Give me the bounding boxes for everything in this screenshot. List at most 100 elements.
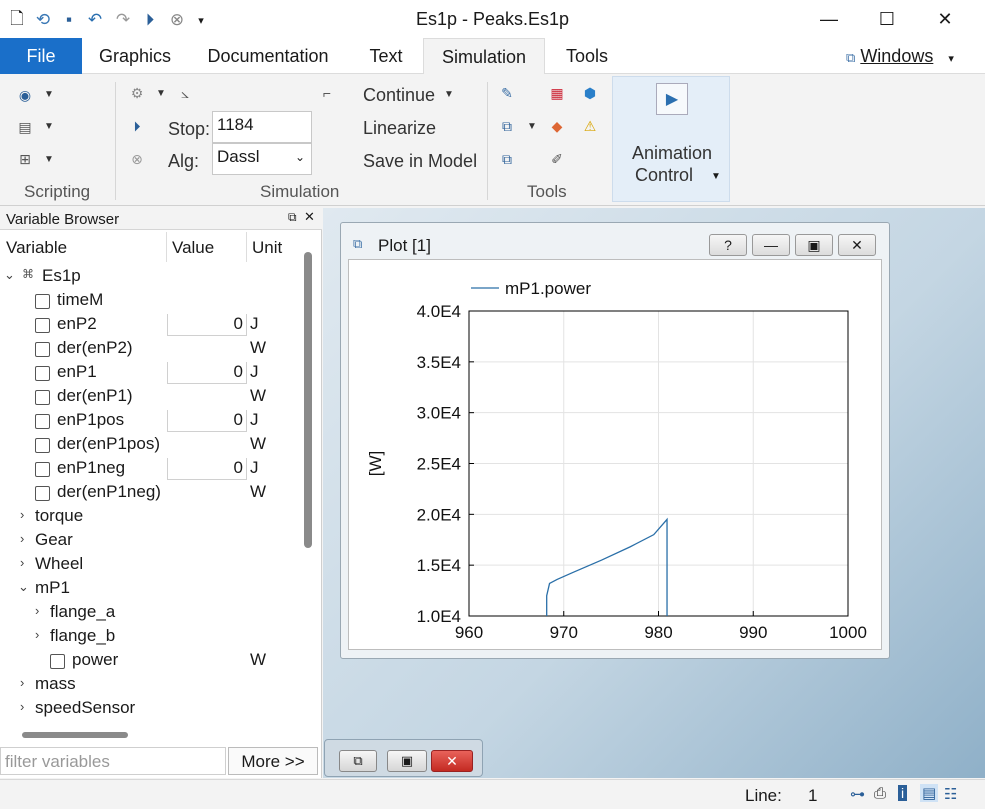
simulate-icon[interactable]: ⏵ (128, 117, 146, 135)
value-field[interactable]: 0 (167, 314, 247, 336)
maximize-button[interactable]: ▣ (387, 750, 427, 772)
tree-group-torque[interactable]: › torque (0, 506, 300, 530)
chevron-down-icon[interactable]: ▼ (44, 121, 54, 132)
column-variable[interactable]: Variable (6, 238, 67, 258)
more-button[interactable]: More >> (228, 747, 318, 775)
restore-button[interactable]: ⧉ (339, 750, 377, 772)
close-button[interactable]: ✕ (838, 234, 876, 256)
list-item[interactable]: enP1neg 0 J (0, 458, 300, 482)
tree-group-mp1[interactable]: ⌄ mP1 (0, 578, 300, 602)
vertical-scrollbar[interactable] (304, 252, 312, 548)
close-button[interactable]: ✕ (916, 0, 974, 38)
print-icon[interactable]: ⎙ (874, 785, 886, 802)
chevron-right-icon[interactable]: › (20, 699, 24, 714)
chevron-right-icon[interactable]: › (35, 627, 39, 642)
setup-icon[interactable]: ⚙ (128, 84, 146, 102)
checkbox[interactable] (35, 438, 50, 453)
checkbox[interactable] (35, 414, 50, 429)
horizontal-scrollbar[interactable] (22, 732, 128, 738)
tab-tools[interactable]: Tools (552, 38, 622, 74)
tree-group-gear[interactable]: › Gear (0, 530, 300, 554)
checkbox[interactable] (35, 366, 50, 381)
checkbox[interactable] (35, 318, 50, 333)
chevron-down-icon[interactable]: ▼ (156, 88, 166, 99)
undock-icon[interactable]: ⧉ (288, 210, 297, 225)
list-item[interactable]: enP1pos 0 J (0, 410, 300, 434)
value-field[interactable]: 0 (167, 362, 247, 384)
list-item[interactable]: der(enP2) W (0, 338, 300, 362)
tree-group-flange-a[interactable]: › flange_a (0, 602, 300, 626)
plot-area[interactable]: 960 970 980 990 1000 1.0E4 1.5E4 2.0E4 2.5E4 3.0E… (348, 259, 882, 650)
color-model-icon[interactable]: ◆ (548, 117, 566, 135)
corner-icon[interactable]: ⌐ (318, 84, 336, 102)
minimized-window[interactable]: ⧉ ▣ ✕ (324, 739, 483, 777)
checkbox[interactable] (35, 462, 50, 477)
column-value[interactable]: Value (172, 238, 214, 258)
chevron-right-icon[interactable]: › (20, 531, 24, 546)
stop-simulation-icon[interactable]: ⊗ (128, 150, 146, 168)
list-item[interactable]: timeM (0, 290, 300, 314)
tree-group-speedsensor[interactable]: › speedSensor (0, 698, 300, 722)
tab-documentation[interactable]: Documentation (198, 38, 338, 74)
tab-graphics[interactable]: Graphics (90, 38, 180, 74)
text-layer-icon[interactable]: ▤ (920, 784, 939, 802)
maximize-button[interactable]: ▣ (795, 234, 833, 256)
chevron-down-icon[interactable]: ▼ (44, 89, 54, 100)
chevron-down-icon[interactable]: ▼ (44, 154, 54, 165)
tab-simulation[interactable]: Simulation (423, 38, 545, 74)
list-item[interactable]: enP2 0 J (0, 314, 300, 338)
checkbox[interactable] (35, 294, 50, 309)
tab-file[interactable]: File (0, 38, 82, 74)
chevron-down-icon[interactable]: ⌄ (4, 267, 15, 283)
windows-menu[interactable]: ⧉ Windows ▾ (846, 46, 954, 67)
script-file-icon[interactable]: ▤ (16, 118, 34, 136)
warning-icon[interactable]: ⚠ (581, 117, 599, 135)
linearize-button[interactable]: Linearize (363, 118, 436, 139)
run-script-icon[interactable]: ◉ (16, 86, 34, 104)
diagram-layer-icon[interactable]: ⊶ (850, 785, 865, 803)
commands-icon[interactable]: ⊞ (16, 150, 34, 168)
tab-text[interactable]: Text (356, 38, 416, 74)
chevron-down-icon[interactable]: ▼ (527, 121, 537, 132)
checkbox[interactable] (35, 486, 50, 501)
value-field[interactable]: 0 (167, 410, 247, 432)
plot-setup-icon[interactable]: ⦣ (176, 84, 194, 102)
chevron-right-icon[interactable]: › (20, 675, 24, 690)
list-item[interactable]: der(enP1) W (0, 386, 300, 410)
save-in-model-button[interactable]: Save in Model (363, 151, 477, 172)
algorithm-select[interactable]: Dassl ⌄ (212, 143, 312, 175)
cube-icon[interactable]: ⬢ (581, 84, 599, 102)
list-item[interactable]: power W (0, 650, 300, 674)
minimize-button[interactable]: — (752, 234, 790, 256)
column-unit[interactable]: Unit (252, 238, 282, 258)
info-icon[interactable]: i (898, 785, 908, 801)
chevron-right-icon[interactable]: › (35, 603, 39, 618)
chevron-down-icon[interactable]: ⌄ (18, 579, 29, 595)
edit-tool-icon[interactable]: ✐ (548, 150, 566, 168)
chevron-right-icon[interactable]: › (20, 555, 24, 570)
close-icon[interactable]: ✕ (304, 209, 315, 225)
filter-input[interactable]: filter variables (0, 747, 226, 775)
maximize-button[interactable]: ☐ (858, 0, 916, 38)
help-button[interactable]: ? (709, 234, 747, 256)
chevron-down-icon[interactable]: ▼ (444, 89, 454, 100)
checkbox[interactable] (35, 342, 50, 357)
tool-edit-icon[interactable]: ✎ (498, 84, 516, 102)
list-item[interactable]: enP1 0 J (0, 362, 300, 386)
animation-control-button[interactable]: ▶ Animation Control ▼ (612, 76, 730, 202)
close-button[interactable]: ✕ (431, 750, 473, 772)
checkbox[interactable] (50, 654, 65, 669)
windows-tool-icon[interactable]: ⧉ (498, 117, 516, 135)
list-item[interactable]: der(enP1pos) W (0, 434, 300, 458)
duplicate-icon[interactable]: ⧉ (498, 150, 516, 168)
tree-group-mass[interactable]: › mass (0, 674, 300, 698)
tree-group-flange-b[interactable]: › flange_b (0, 626, 300, 650)
tree-group-wheel[interactable]: › Wheel (0, 554, 300, 578)
value-field[interactable]: 0 (167, 458, 247, 480)
tree-root[interactable]: ⌄ ⌘ Es1p (0, 266, 300, 290)
minimize-button[interactable]: — (800, 0, 858, 38)
list-item[interactable]: der(enP1neg) W (0, 482, 300, 506)
stop-time-input[interactable]: 1184 (212, 111, 312, 143)
continue-button[interactable]: Continue (363, 85, 435, 106)
chevron-right-icon[interactable]: › (20, 507, 24, 522)
